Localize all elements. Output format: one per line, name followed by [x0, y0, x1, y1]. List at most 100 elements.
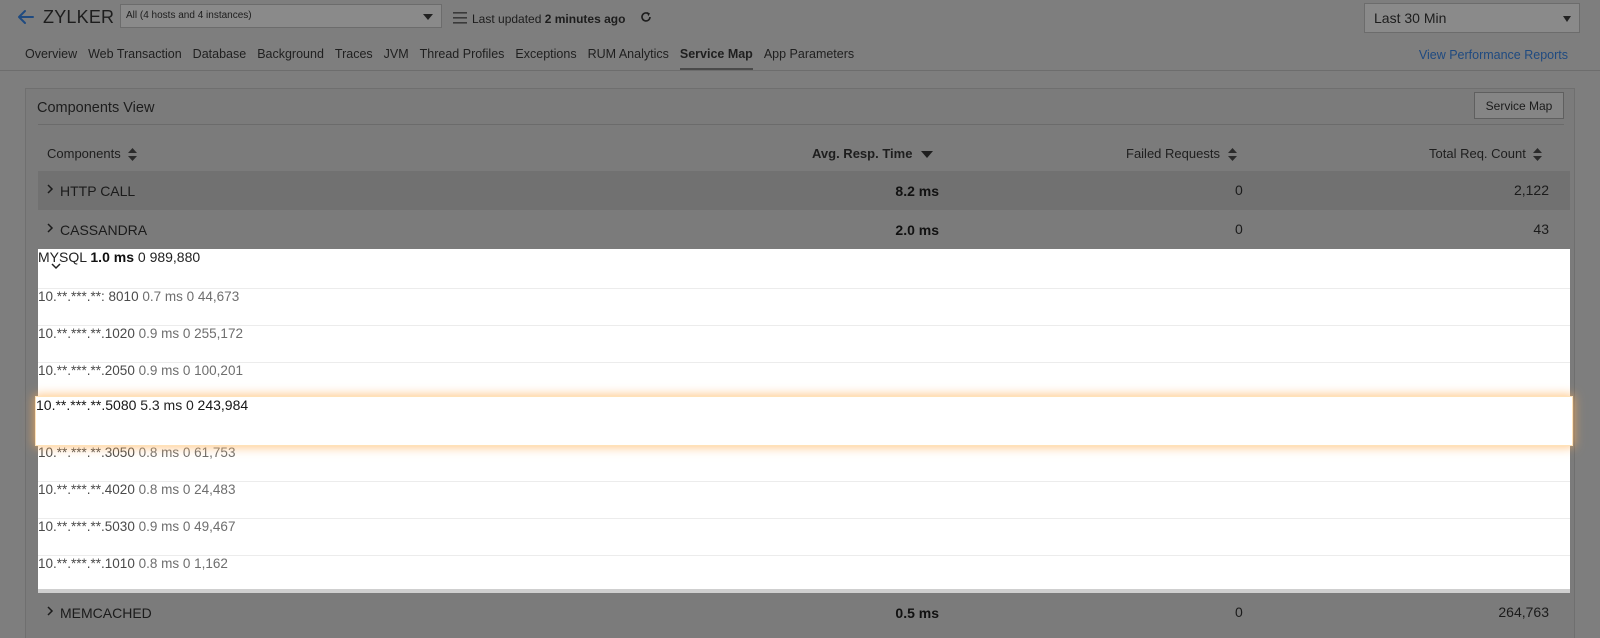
- failed-requests: 0: [1235, 221, 1243, 237]
- failed-requests: 0: [182, 326, 191, 341]
- instance-filter-select[interactable]: All (4 hosts and 4 instances): [120, 4, 442, 28]
- component-name: CASSANDRA: [60, 222, 148, 238]
- total-req-count: 264,763: [1498, 604, 1549, 620]
- mysql-expanded-group: MYSQL 1.0 ms 0 989,880 10.**.***.**: 801…: [36, 249, 1572, 593]
- avg-resp-time: 0.7 ms: [142, 289, 183, 304]
- avg-resp-time: 0.8 ms: [138, 482, 180, 497]
- failed-requests: 0: [186, 289, 195, 304]
- instance-name: 10.**.***.**.1010: [38, 556, 135, 571]
- chevron-right-icon[interactable]: [46, 604, 54, 618]
- tab-rum-analytics[interactable]: RUM Analytics: [588, 47, 669, 71]
- failed-requests: 0: [1235, 182, 1243, 198]
- avg-resp-time: 0.9 ms: [138, 363, 180, 378]
- total-req-count: 1,162: [194, 556, 228, 571]
- total-req-count: 100,201: [194, 363, 243, 378]
- top-bar: ZYLKER All (4 hosts and 4 instances) Las…: [0, 0, 1600, 72]
- table-row-instance[interactable]: 10.**.***.**.2050 0.9 ms 0 100,201: [38, 363, 1570, 400]
- total-req-count: 2,122: [1513, 182, 1549, 198]
- column-header-failed-requests[interactable]: Failed Requests: [1126, 146, 1237, 162]
- tab-thread-profiles[interactable]: Thread Profiles: [420, 47, 505, 71]
- column-label: Components: [47, 146, 121, 161]
- table-row-instance[interactable]: 10.**.***.**.1010 0.8 ms 0 1,162: [38, 556, 1570, 593]
- sort-icon: [1533, 148, 1543, 162]
- component-name: HTTP CALL: [60, 183, 136, 199]
- avg-resp-time: 5.3 ms: [140, 397, 183, 413]
- column-label: Avg. Resp. Time: [812, 146, 913, 161]
- tab-web-transaction[interactable]: Web Transaction: [88, 47, 182, 71]
- component-name: MYSQL: [38, 249, 87, 265]
- table-row-http-call[interactable]: HTTP CALL 8.2 ms 0 2,122: [38, 171, 1570, 210]
- avg-resp-time: 0.8 ms: [138, 445, 180, 460]
- instance-name: 10.**.***.**.5080: [36, 397, 137, 413]
- column-header-components[interactable]: Components: [47, 146, 138, 162]
- tab-app-parameters[interactable]: App Parameters: [764, 47, 854, 71]
- chevron-down-icon: [423, 14, 433, 20]
- avg-resp-time: 2.0 ms: [895, 222, 939, 238]
- instance-name: 10.**.***.**.1020: [38, 326, 135, 341]
- failed-requests: 0: [182, 519, 191, 534]
- refresh-icon[interactable]: [640, 11, 652, 23]
- table-row-cassandra[interactable]: CASSANDRA 2.0 ms 0 43: [38, 210, 1570, 249]
- avg-resp-time: 0.9 ms: [138, 519, 180, 534]
- component-name: MEMCACHED: [60, 605, 152, 621]
- tab-service-map[interactable]: Service Map: [679, 47, 753, 71]
- table-row-instance[interactable]: 10.**.***.**: 8010 0.7 ms 0 44,673: [38, 289, 1570, 326]
- instance-name: 10.**.***.**.2050: [38, 363, 135, 378]
- tab-overview[interactable]: Overview: [25, 47, 77, 71]
- arrow-left-icon[interactable]: [16, 6, 36, 28]
- table-row-instance[interactable]: 10.**.***.**.4020 0.8 ms 0 24,483: [38, 482, 1570, 519]
- table-row-instance[interactable]: 10.**.***.**.3050 0.8 ms 0 61,753: [38, 445, 1570, 482]
- chevron-down-icon[interactable]: [50, 261, 62, 271]
- column-label: Failed Requests: [1126, 146, 1220, 161]
- tab-jvm[interactable]: JVM: [384, 47, 409, 71]
- chevron-down-icon: [1563, 16, 1571, 22]
- panel-divider: [38, 124, 1564, 125]
- tab-background[interactable]: Background: [257, 47, 324, 71]
- sort-icon: [128, 148, 138, 162]
- chevron-right-icon[interactable]: [46, 182, 54, 196]
- service-map-button[interactable]: Service Map: [1474, 92, 1564, 119]
- table-row-instance-highlighted[interactable]: 10.**.***.**.5080 5.3 ms 0 243,984: [36, 397, 1572, 445]
- tab-traces[interactable]: Traces: [335, 47, 373, 71]
- tab-database[interactable]: Database: [193, 47, 247, 71]
- failed-requests: 0: [137, 249, 146, 265]
- instance-name: 10.**.***.**.5030: [38, 519, 135, 534]
- avg-resp-time: 8.2 ms: [895, 183, 939, 199]
- app-title: ZYLKER: [43, 7, 115, 27]
- table-row-mysql[interactable]: MYSQL 1.0 ms 0 989,880: [38, 249, 1570, 289]
- last-updated-text: Last updated 2 minutes ago: [472, 12, 625, 26]
- instance-name: 10.**.***.**: 8010: [38, 289, 139, 304]
- column-header-avg-resp-time[interactable]: Avg. Resp. Time: [812, 146, 934, 161]
- sort-descending-icon: [921, 151, 934, 159]
- tab-exceptions[interactable]: Exceptions: [515, 47, 576, 71]
- total-req-count: 43: [1533, 221, 1549, 237]
- avg-resp-time: 1.0 ms: [90, 249, 134, 265]
- header-divider: [0, 70, 1600, 71]
- total-req-count: 243,984: [197, 397, 249, 413]
- table-row-instance[interactable]: 10.**.***.**.1020 0.9 ms 0 255,172: [38, 326, 1570, 363]
- instance-name: 10.**.***.**.3050: [38, 445, 135, 460]
- avg-resp-time: 0.8 ms: [138, 556, 180, 571]
- instance-filter-value: All (4 hosts and 4 instances): [126, 10, 252, 21]
- failed-requests: 0: [182, 363, 191, 378]
- total-req-count: 61,753: [194, 445, 236, 460]
- total-req-count: 44,673: [197, 289, 240, 304]
- sort-icon: [1227, 148, 1237, 162]
- menu-icon[interactable]: [453, 12, 467, 24]
- total-req-count: 989,880: [149, 249, 201, 265]
- table-row-memcached[interactable]: MEMCACHED 0.5 ms 0 264,763: [38, 593, 1570, 632]
- time-range-select[interactable]: Last 30 Min: [1364, 3, 1580, 33]
- time-range-value: Last 30 Min: [1374, 10, 1447, 26]
- nav-tabs: Overview Web Transaction Database Backgr…: [25, 47, 865, 71]
- table-row-instance[interactable]: 10.**.***.**.5030 0.9 ms 0 49,467: [38, 519, 1570, 556]
- total-req-count: 255,172: [194, 326, 243, 341]
- panel-title: Components View: [37, 100, 155, 116]
- failed-requests: 0: [182, 445, 191, 460]
- view-performance-reports-link[interactable]: View Performance Reports: [1419, 48, 1568, 62]
- last-updated-prefix: Last updated: [472, 12, 542, 26]
- chevron-right-icon[interactable]: [46, 221, 54, 235]
- column-header-total-req-count[interactable]: Total Req. Count: [1429, 146, 1543, 162]
- failed-requests: 0: [185, 397, 194, 413]
- failed-requests: 0: [182, 482, 191, 497]
- total-req-count: 24,483: [194, 482, 236, 497]
